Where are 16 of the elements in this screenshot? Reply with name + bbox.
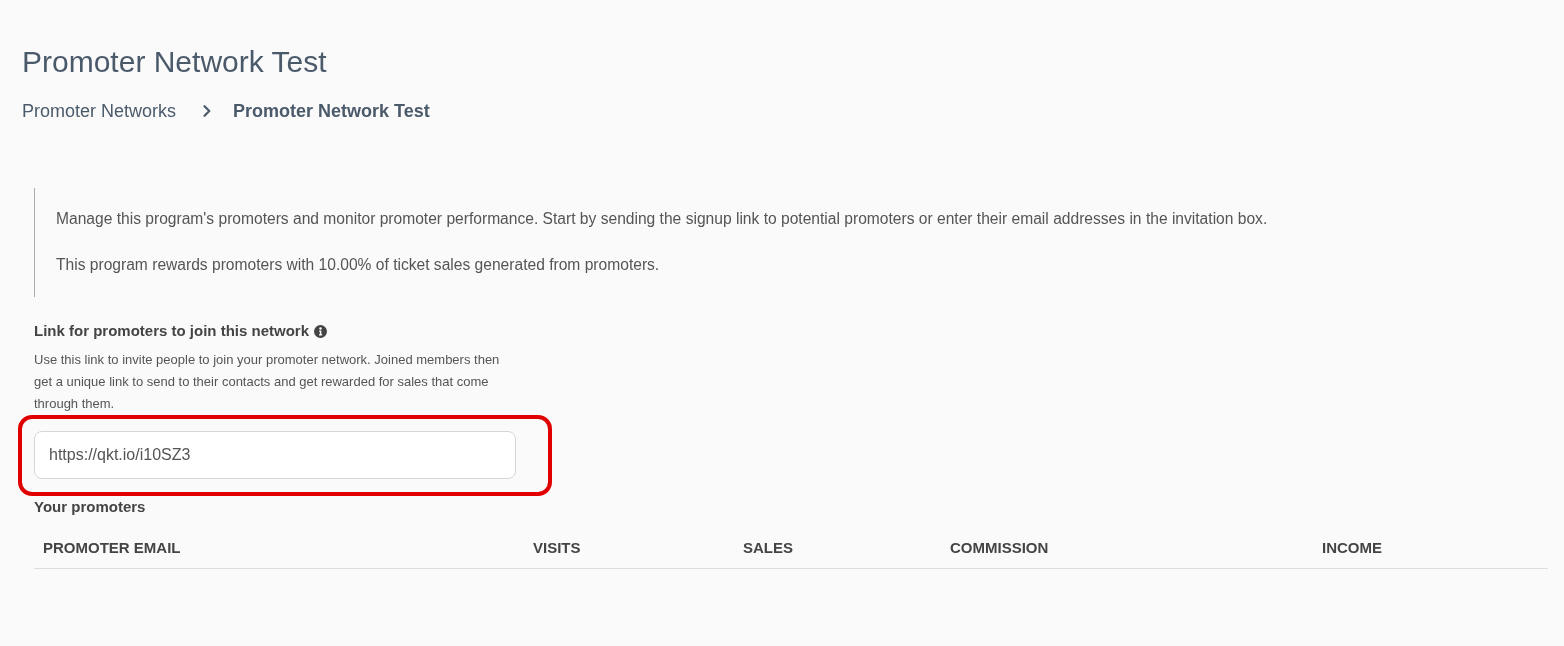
column-header: SALES	[742, 538, 793, 558]
info-icon[interactable]	[314, 324, 327, 338]
column-header: INCOME	[1321, 538, 1382, 558]
chevron-right-icon	[203, 105, 212, 117]
promoters-heading: Your promoters	[34, 497, 146, 517]
link-field[interactable]: https://qkt.io/i10SZ3	[34, 431, 516, 479]
intro-paragraph: Manage this program's promoters and monitor promoter performance. Start by sending the signup link to potential promoters or enter their email addresses in the invitation box.	[56, 209, 1268, 229]
join-link-heading: Link for promoters to join this network	[34, 321, 309, 341]
column-header: COMMISSION	[949, 538, 1049, 558]
column-header: PROMOTER EMAIL	[42, 538, 181, 558]
intro-paragraph: This program rewards promoters with 10.00% of ticket sales generated from promoters.	[56, 255, 660, 275]
breadcrumb-current: Promoter Network Test	[233, 100, 430, 123]
join-link-description: Use this link to invite people to join your promoter network. Joined members then get a unique link to send to their contacts and get rewarded for sales that come through them.	[34, 351, 501, 413]
breadcrumb-link[interactable]: Promoter Networks	[22, 99, 177, 123]
page-title: Promoter Network Test	[22, 44, 327, 80]
column-header: VISITS	[532, 538, 581, 558]
